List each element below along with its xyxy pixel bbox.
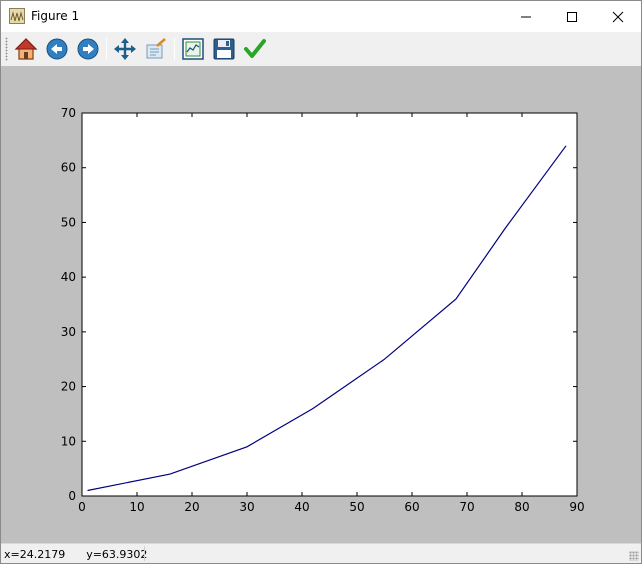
y-tick-label: 70 bbox=[61, 106, 76, 120]
subplots-button[interactable] bbox=[180, 36, 206, 62]
home-icon bbox=[14, 38, 38, 60]
pan-button[interactable] bbox=[112, 36, 138, 62]
window-title: Figure 1 bbox=[31, 9, 80, 23]
figure-app-icon bbox=[9, 8, 25, 24]
x-tick-label: 50 bbox=[349, 500, 364, 514]
minimize-button[interactable] bbox=[503, 1, 549, 32]
close-icon bbox=[612, 11, 624, 22]
y-tick-label: 60 bbox=[61, 161, 76, 175]
y-tick-label: 10 bbox=[61, 434, 76, 448]
figure-canvas[interactable]: 0 10 20 30 40 50 60 70 80 90 0 10 20 30 40 50 60 70 bbox=[1, 66, 641, 543]
x-tick-label: 70 bbox=[459, 500, 474, 514]
back-button[interactable] bbox=[44, 36, 70, 62]
y-tick-label: 50 bbox=[61, 215, 76, 229]
line-plot[interactable]: 0 10 20 30 40 50 60 70 80 90 0 10 20 30 40 50 60 70 bbox=[1, 66, 641, 543]
y-tick-label: 30 bbox=[61, 325, 76, 339]
x-tick-label: 30 bbox=[239, 500, 254, 514]
move-icon bbox=[114, 38, 136, 60]
toolbar-grip[interactable] bbox=[5, 37, 8, 61]
save-button[interactable] bbox=[211, 36, 237, 62]
zoom-rect-icon bbox=[146, 38, 166, 59]
y-tick-label: 0 bbox=[68, 489, 76, 503]
maximize-button[interactable] bbox=[549, 1, 595, 32]
close-button[interactable] bbox=[595, 1, 641, 32]
subplots-icon bbox=[182, 38, 204, 60]
status-divider bbox=[144, 546, 145, 561]
axes-frame bbox=[81, 112, 578, 497]
x-tick-label: 40 bbox=[294, 500, 309, 514]
toolbar-separator bbox=[106, 38, 107, 60]
x-tick-label: 0 bbox=[78, 500, 86, 514]
navigation-toolbar bbox=[1, 32, 641, 66]
forward-arrow-icon bbox=[77, 38, 99, 60]
figure-window: Figure 1 0 10 20 30 40 50 60 70 80 90 0 … bbox=[0, 0, 642, 564]
x-tick-label: 80 bbox=[514, 500, 529, 514]
toolbar-separator bbox=[174, 38, 175, 60]
back-arrow-icon bbox=[46, 38, 68, 60]
x-tick-label: 60 bbox=[404, 500, 419, 514]
x-tick-label: 90 bbox=[569, 500, 584, 514]
y-tick-label: 20 bbox=[61, 380, 76, 394]
zoom-button[interactable] bbox=[143, 36, 169, 62]
edit-button[interactable] bbox=[242, 36, 268, 62]
y-tick-label: 40 bbox=[61, 270, 76, 284]
resize-grip[interactable] bbox=[629, 551, 639, 561]
home-button[interactable] bbox=[13, 36, 39, 62]
status-bar: x=24.2179 y=63.9302 bbox=[1, 543, 641, 563]
checkmark-icon bbox=[244, 39, 266, 58]
forward-button[interactable] bbox=[75, 36, 101, 62]
cursor-coordinates: x=24.2179 y=63.9302 bbox=[4, 548, 148, 561]
x-tick-label: 20 bbox=[184, 500, 199, 514]
floppy-disk-icon bbox=[213, 38, 235, 60]
maximize-icon bbox=[567, 11, 577, 22]
x-tick-label: 10 bbox=[129, 500, 144, 514]
title-bar: Figure 1 bbox=[1, 1, 641, 32]
minimize-icon bbox=[521, 16, 531, 17]
